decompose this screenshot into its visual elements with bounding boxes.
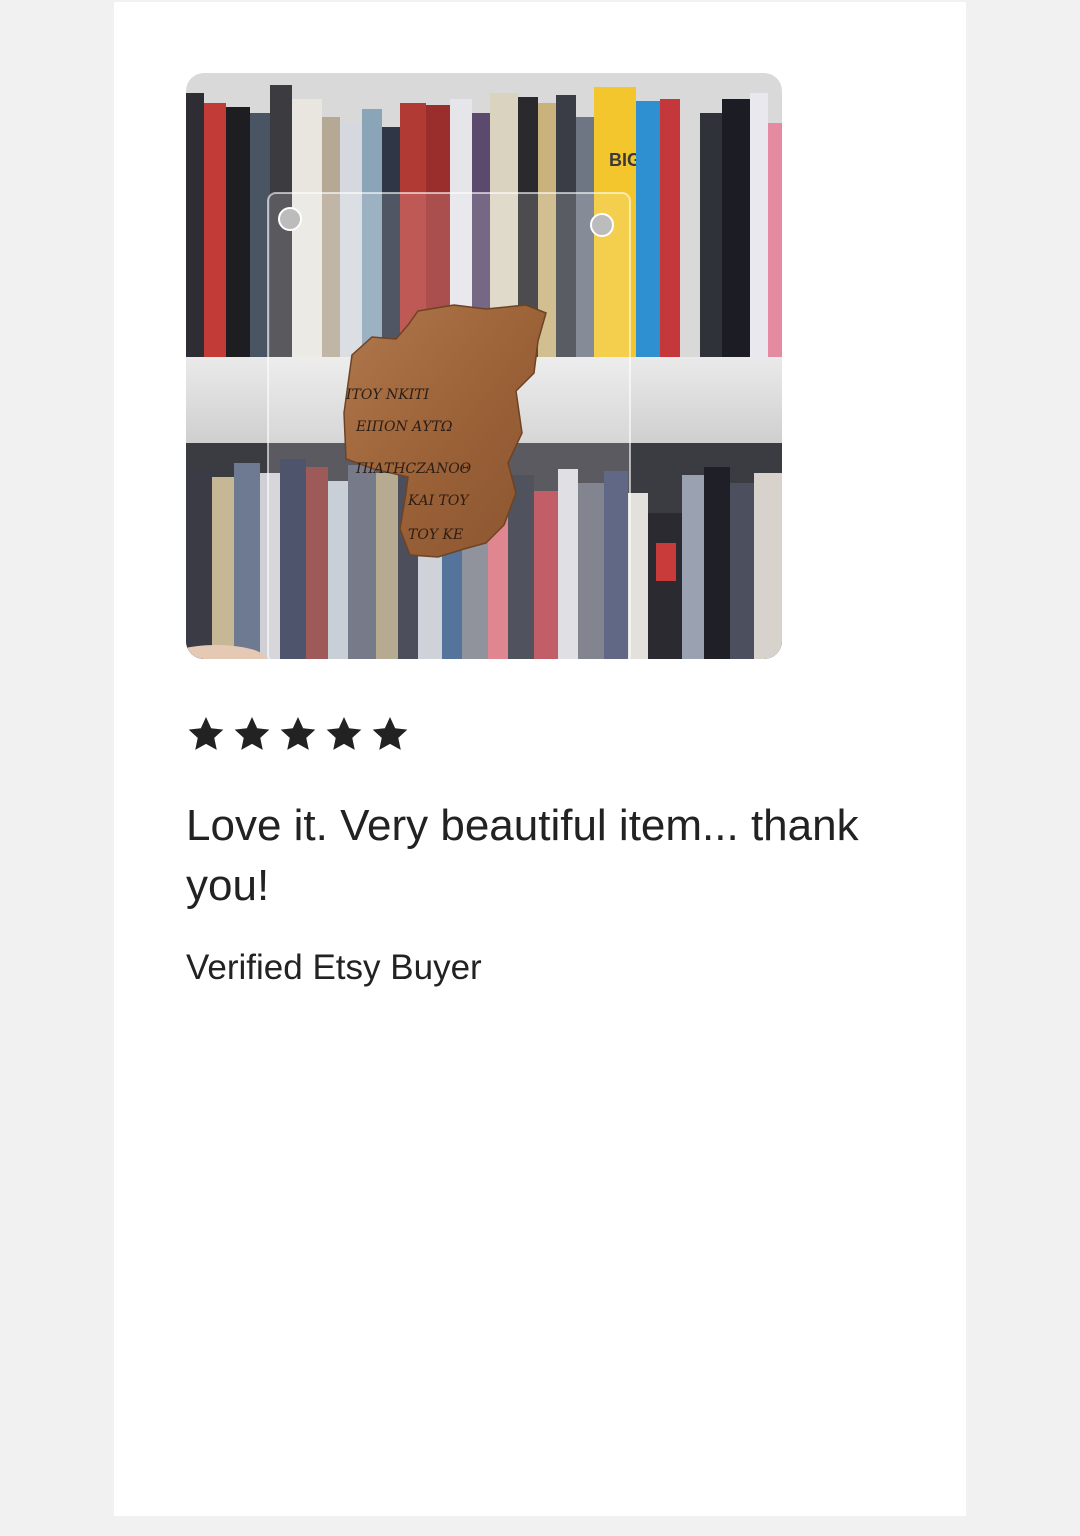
svg-text:ΚΑΙ ΤΟΥ: ΚΑΙ ΤΟΥ: [407, 493, 470, 509]
bookshelf-photo: BIG ΙΤΟΥ ΝΚΙΤΙ ΕΙΠΟΝ ΑΥΤΩ ΠΙΑΤΗCΖΑΝΟΘ ΚΑ…: [186, 73, 782, 659]
star-filled-icon: [372, 717, 408, 750]
svg-text:ΕΙΠΟΝ ΑΥΤΩ: ΕΙΠΟΝ ΑΥΤΩ: [355, 419, 453, 435]
review-card: BIG ΙΤΟΥ ΝΚΙΤΙ ΕΙΠΟΝ ΑΥΤΩ ΠΙΑΤΗCΖΑΝΟΘ ΚΑ…: [114, 2, 966, 1516]
svg-text:ΤΟΥ ΚΕ: ΤΟΥ ΚΕ: [408, 527, 463, 543]
review-photo[interactable]: BIG ΙΤΟΥ ΝΚΙΤΙ ΕΙΠΟΝ ΑΥΤΩ ΠΙΑΤΗCΖΑΝΟΘ ΚΑ…: [186, 73, 782, 659]
svg-text:ΙΤΟΥ ΝΚΙΤΙ: ΙΤΟΥ ΝΚΙΤΙ: [345, 387, 430, 403]
stand-screw: [278, 207, 302, 231]
svg-text:ΠΙΑΤΗCΖΑΝΟΘ: ΠΙΑΤΗCΖΑΝΟΘ: [355, 461, 472, 477]
star-filled-icon: [280, 717, 316, 750]
review-text: Love it. Very beautiful item... thank yo…: [186, 801, 859, 910]
star-filled-icon: [326, 717, 362, 750]
reviewer-name: Verified Etsy Buyer: [186, 948, 482, 987]
star-filled-icon: [188, 717, 224, 750]
star-filled-icon: [234, 717, 270, 750]
stand-screw: [590, 213, 614, 237]
star-rating: [186, 714, 410, 754]
